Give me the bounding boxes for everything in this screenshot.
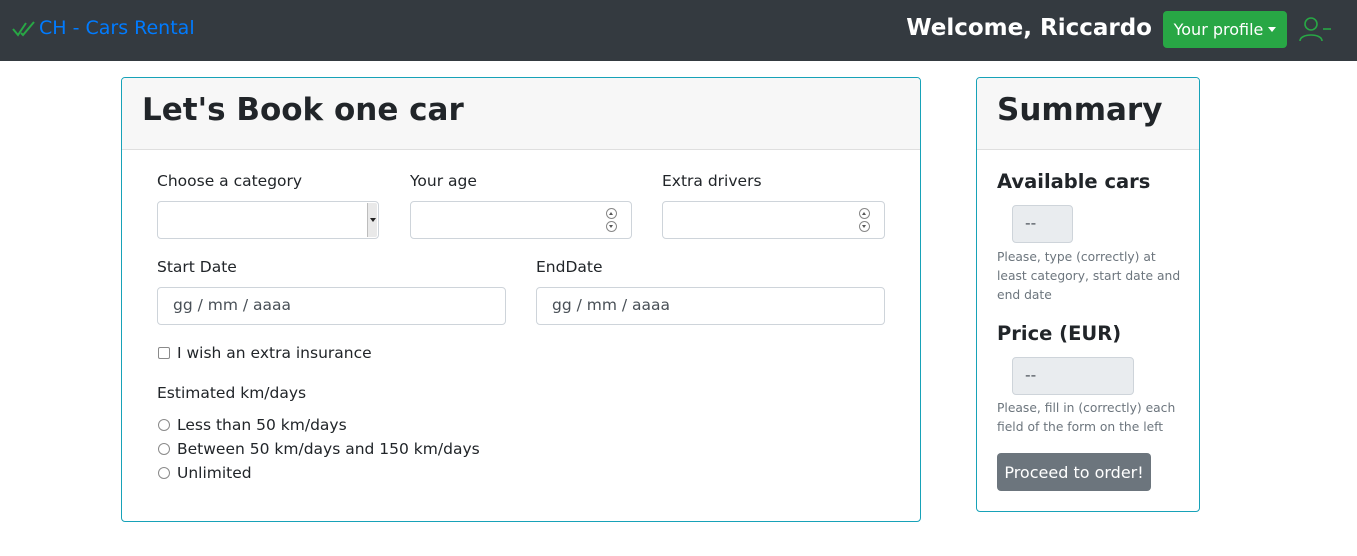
caret-down-icon bbox=[1268, 27, 1277, 32]
spin-up-icon[interactable] bbox=[859, 208, 870, 219]
profile-button-label: Your profile bbox=[1173, 20, 1264, 39]
person-dash-icon[interactable] bbox=[1298, 15, 1332, 43]
start-date-label: Start Date bbox=[157, 258, 237, 276]
km-radio-unlimited[interactable] bbox=[158, 467, 170, 479]
summary-title: Summary bbox=[997, 92, 1163, 128]
available-cars-help: Please, type (correctly) at least catego… bbox=[997, 250, 1181, 302]
proceed-order-button[interactable]: Proceed to order! bbox=[997, 453, 1151, 491]
brand-link[interactable]: CH - Cars Rental bbox=[12, 14, 195, 42]
category-select[interactable] bbox=[157, 201, 379, 239]
spin-down-icon[interactable] bbox=[859, 221, 870, 232]
km-option-label: Unlimited bbox=[177, 464, 252, 482]
insurance-checkbox[interactable] bbox=[158, 347, 170, 359]
available-cars-value: -- bbox=[1012, 205, 1073, 243]
check-double-icon bbox=[12, 21, 35, 37]
spin-up-icon[interactable] bbox=[606, 208, 617, 219]
drivers-spinner[interactable] bbox=[859, 208, 871, 232]
km-label: Estimated km/days bbox=[157, 384, 307, 402]
age-spinner[interactable] bbox=[606, 208, 618, 232]
booking-title: Let's Book one car bbox=[142, 92, 464, 128]
start-date-placeholder: gg / mm / aaaa bbox=[173, 296, 292, 314]
km-option-label: Between 50 km/days and 150 km/days bbox=[177, 440, 480, 458]
extra-drivers-input[interactable] bbox=[662, 201, 885, 239]
category-label: Choose a category bbox=[157, 172, 303, 190]
end-date-placeholder: gg / mm / aaaa bbox=[552, 296, 671, 314]
brand-name: CH - Cars Rental bbox=[39, 17, 195, 39]
start-date-input[interactable]: gg / mm / aaaa bbox=[157, 287, 506, 325]
km-radio-less-50[interactable] bbox=[158, 419, 170, 431]
select-arrow-icon bbox=[367, 203, 377, 237]
end-date-label: EndDate bbox=[536, 258, 603, 276]
km-option-label: Less than 50 km/days bbox=[177, 416, 347, 434]
insurance-label: I wish an extra insurance bbox=[177, 344, 372, 362]
navbar: CH - Cars Rental Welcome, Riccardo Your … bbox=[0, 0, 1357, 61]
age-label: Your age bbox=[410, 172, 477, 190]
available-cars-heading: Available cars bbox=[997, 170, 1151, 193]
summary-card-header: Summary bbox=[977, 78, 1199, 150]
welcome-text: Welcome, Riccardo bbox=[906, 15, 1152, 41]
price-value: -- bbox=[1012, 357, 1134, 395]
age-input[interactable] bbox=[410, 201, 632, 239]
booking-card-header: Let's Book one car bbox=[122, 78, 920, 150]
drivers-label: Extra drivers bbox=[662, 172, 762, 190]
price-heading: Price (EUR) bbox=[997, 322, 1122, 345]
spin-down-icon[interactable] bbox=[606, 221, 617, 232]
price-help: Please, fill in (correctly) each field o… bbox=[997, 401, 1176, 434]
end-date-input[interactable]: gg / mm / aaaa bbox=[536, 287, 885, 325]
profile-dropdown-button[interactable]: Your profile bbox=[1163, 11, 1287, 48]
km-radio-50-150[interactable] bbox=[158, 443, 170, 455]
